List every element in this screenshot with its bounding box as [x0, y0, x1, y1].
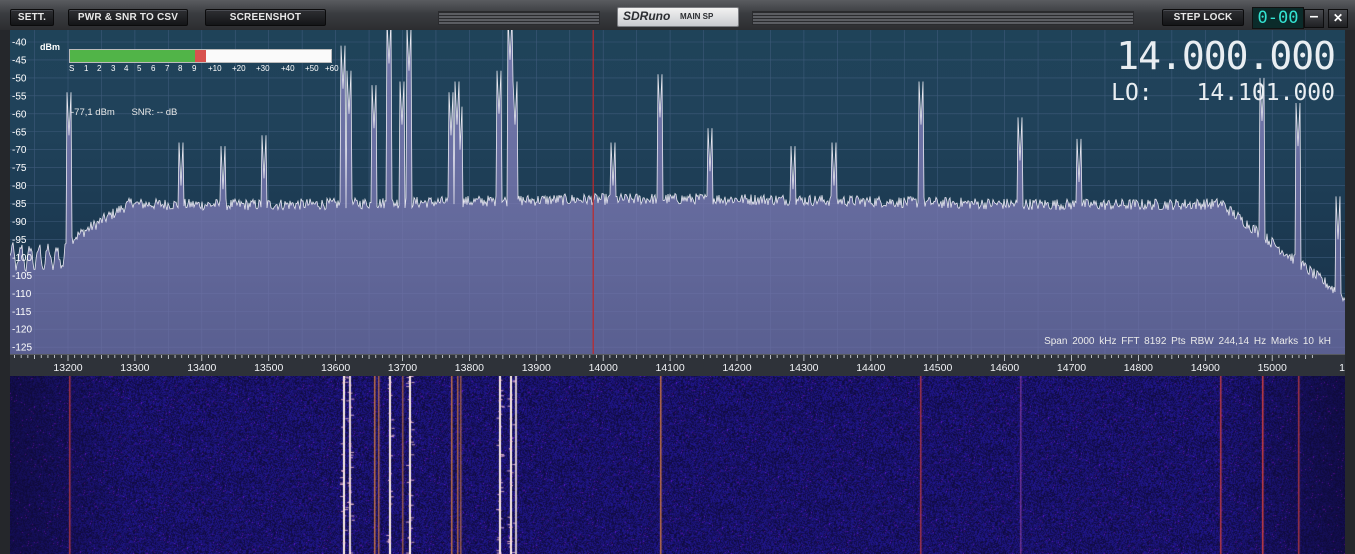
- freq-label: 13400: [187, 362, 216, 374]
- meter-scale-label: +40: [281, 64, 295, 73]
- app-logo: SDRuno MAIN SP: [617, 7, 739, 27]
- frequency-axis-ticks: 13200 13300 13400 13500 13600 13700 13800 13900…: [14, 355, 1345, 374]
- export-csv-button[interactable]: PWR & SNR TO CSV: [68, 9, 188, 26]
- app-logo-text: SDRuno: [623, 9, 671, 23]
- step-display: 0-00: [1252, 7, 1304, 29]
- freq-label: 14900: [1191, 362, 1220, 374]
- y-tick-label: -45: [12, 55, 27, 66]
- freq-label: 14200: [722, 362, 751, 374]
- dbm-unit-label: dBm: [40, 42, 60, 52]
- freq-label: 14700: [1057, 362, 1086, 374]
- meter-scale-label: 4: [124, 64, 129, 73]
- freq-label: 13200: [53, 362, 82, 374]
- signal-meter: [69, 49, 332, 63]
- y-tick-label: -105: [12, 271, 32, 282]
- y-tick-label: -120: [12, 325, 32, 336]
- freq-label: 14600: [990, 362, 1019, 374]
- meter-scale-label: +30: [256, 64, 270, 73]
- drag-grip-right[interactable]: [752, 11, 1134, 25]
- power-readout: -77,1 dBm SNR: -- dB: [71, 107, 177, 118]
- freq-label: 13600: [321, 362, 350, 374]
- frequency-display[interactable]: 14.000.000: [1116, 34, 1336, 78]
- screenshot-button[interactable]: SCREENSHOT: [205, 9, 326, 26]
- y-tick-label: -60: [12, 109, 27, 120]
- meter-scale-label: +50: [305, 64, 319, 73]
- lo-frequency: 14.101.000: [1196, 80, 1335, 106]
- waterfall-display[interactable]: [10, 376, 1345, 554]
- toolbar: SETT. PWR & SNR TO CSV SCREENSHOT SDRuno…: [0, 0, 1355, 31]
- frequency-axis[interactable]: 13200 13300 13400 13500 13600 13700 13800 13900…: [10, 354, 1345, 378]
- meter-scale-label: 9: [192, 64, 197, 73]
- snr-value: SNR: -- dB: [131, 107, 178, 118]
- left-border: [0, 30, 10, 554]
- minimize-button[interactable]: –: [1304, 9, 1324, 28]
- lo-label: LO:: [1111, 80, 1153, 106]
- freq-label: 15: [1339, 362, 1345, 374]
- freq-label: 14400: [856, 362, 885, 374]
- y-tick-label: -85: [12, 199, 27, 210]
- y-tick-label: -95: [12, 235, 27, 246]
- power-value: -77,1 dBm: [71, 107, 115, 118]
- meter-scale-label: 8: [178, 64, 183, 73]
- spectrum-plot: -40 -45 -50 -55 -60 -65 -70 -75 -80 -85 -90 -95 -100…: [10, 30, 1345, 354]
- meter-scale-label: +60: [325, 64, 339, 73]
- y-tick-label: -110: [12, 289, 32, 300]
- meter-scale-label: 3: [111, 64, 116, 73]
- y-tick-label: -65: [12, 127, 27, 138]
- spectrum-fill: [10, 30, 1345, 354]
- y-tick-label: -100: [12, 253, 32, 264]
- y-tick-label: -50: [12, 73, 27, 84]
- y-tick-label: -40: [12, 38, 27, 49]
- freq-label: 14100: [655, 362, 684, 374]
- y-tick-label: -55: [12, 91, 27, 102]
- freq-label: 14300: [789, 362, 818, 374]
- y-tick-label: -125: [12, 343, 32, 354]
- y-tick-label: -80: [12, 181, 27, 192]
- freq-label: 14500: [923, 362, 952, 374]
- meter-scale-label: 6: [151, 64, 156, 73]
- signal-meter-peak: [195, 50, 206, 62]
- signal-meter-scale: S 1 2 3 4 5 6 7 8 9 +10 +20 +30 +40 +50 +60: [69, 64, 339, 74]
- freq-label: 14800: [1124, 362, 1153, 374]
- meter-scale-label: 1: [84, 64, 89, 73]
- spectrum-display[interactable]: -40 -45 -50 -55 -60 -65 -70 -75 -80 -85 -90 -95 -100…: [10, 30, 1345, 354]
- close-button[interactable]: ✕: [1328, 9, 1348, 28]
- waterfall-canvas: [10, 376, 1345, 554]
- spectrum-info: Span 2000 kHz FFT 8192 Pts RBW 244,14 Hz…: [1044, 336, 1331, 347]
- freq-label: 15000: [1258, 362, 1287, 374]
- meter-scale-label: 7: [165, 64, 170, 73]
- right-border: [1345, 30, 1355, 554]
- freq-label: 13800: [455, 362, 484, 374]
- freq-label: 13700: [388, 362, 417, 374]
- meter-scale-label: S: [69, 64, 75, 73]
- freq-label: 13300: [120, 362, 149, 374]
- y-tick-label: -115: [12, 307, 32, 318]
- step-lock-button[interactable]: STEP LOCK: [1162, 9, 1244, 26]
- freq-label: 14000: [589, 362, 618, 374]
- lo-display[interactable]: LO: 14.101.000: [1111, 80, 1335, 106]
- y-tick-label: -70: [12, 145, 27, 156]
- meter-scale-label: 2: [97, 64, 102, 73]
- freq-label: 13900: [522, 362, 551, 374]
- drag-grip[interactable]: [438, 11, 600, 25]
- meter-scale-label: 5: [137, 64, 142, 73]
- window-name: MAIN SP: [680, 12, 714, 21]
- signal-meter-fill: [70, 50, 195, 62]
- settings-button[interactable]: SETT.: [10, 9, 54, 26]
- freq-label: 13500: [254, 362, 283, 374]
- meter-scale-label: +10: [208, 64, 222, 73]
- y-tick-label: -75: [12, 163, 27, 174]
- y-tick-label: -90: [12, 217, 27, 228]
- meter-scale-label: +20: [232, 64, 246, 73]
